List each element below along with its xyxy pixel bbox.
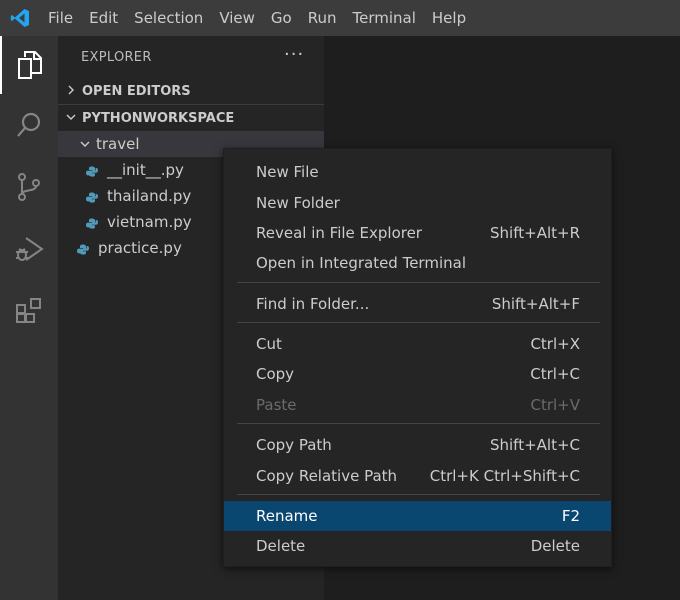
menu-item-shortcut: Shift+Alt+F <box>491 295 580 313</box>
menu-separator <box>237 282 600 283</box>
python-file-icon <box>77 242 89 255</box>
tree-file-label: thailand.py <box>107 187 192 205</box>
python-file-icon <box>86 216 98 229</box>
menu-item-shortcut: Shift+Alt+C <box>489 436 580 454</box>
menu-separator <box>237 494 600 495</box>
source-control-icon[interactable] <box>0 158 58 216</box>
chevron-down-icon <box>74 139 96 149</box>
menu-item-copy-relative-path[interactable]: Copy Relative Path Ctrl+K Ctrl+Shift+C <box>224 461 611 491</box>
more-actions-icon[interactable]: ··· <box>284 44 304 65</box>
menu-view[interactable]: View <box>211 0 263 36</box>
search-icon[interactable] <box>0 96 58 154</box>
section-workspace[interactable]: PYTHONWORKSPACE <box>58 104 324 131</box>
menu-item-shortcut: F2 <box>561 507 580 525</box>
menu-item-reveal-in-explorer[interactable]: Reveal in File Explorer Shift+Alt+R <box>224 218 611 248</box>
tree-folder-label: travel <box>96 135 140 153</box>
vscode-logo-icon <box>0 0 40 36</box>
menu-item-shortcut: Ctrl+K Ctrl+Shift+C <box>429 467 580 485</box>
menu-go[interactable]: Go <box>263 0 300 36</box>
menu-item-label: Delete <box>256 537 306 555</box>
tree-file-label: vietnam.py <box>107 213 192 231</box>
run-debug-icon[interactable] <box>0 220 58 278</box>
menu-item-label: Cut <box>256 335 282 353</box>
menu-help[interactable]: Help <box>424 0 474 36</box>
menu-item-label: Open in Integrated Terminal <box>256 254 466 272</box>
menu-separator <box>237 423 600 424</box>
tree-file-label: practice.py <box>98 239 182 257</box>
menu-item-label: New Folder <box>256 194 340 212</box>
section-open-editors-label: OPEN EDITORS <box>82 83 191 99</box>
chevron-right-icon <box>60 85 82 98</box>
python-file-icon <box>86 190 98 203</box>
tree-file-label: __init__.py <box>107 161 184 179</box>
menu-item-shortcut: Shift+Alt+R <box>490 224 580 242</box>
menu-item-shortcut: Ctrl+C <box>530 365 580 383</box>
menu-item-paste: Paste Ctrl+V <box>224 390 611 420</box>
section-open-editors[interactable]: OPEN EDITORS <box>58 78 324 104</box>
python-file-icon <box>86 164 98 177</box>
menu-separator <box>237 322 600 323</box>
menu-terminal[interactable]: Terminal <box>345 0 424 36</box>
menu-item-label: Rename <box>256 507 318 525</box>
context-menu: New File New Folder Reveal in File Explo… <box>223 148 612 567</box>
files-icon[interactable] <box>0 36 58 94</box>
menu-item-rename[interactable]: Rename F2 <box>224 501 611 531</box>
menu-file[interactable]: File <box>40 0 81 36</box>
menu-item-label: Copy Path <box>256 436 332 454</box>
explorer-title: EXPLORER <box>81 50 152 65</box>
menu-item-open-in-terminal[interactable]: Open in Integrated Terminal <box>224 248 611 278</box>
menu-item-cut[interactable]: Cut Ctrl+X <box>224 329 611 359</box>
menu-item-label: Copy <box>256 365 295 383</box>
menu-edit[interactable]: Edit <box>81 0 126 36</box>
menu-item-shortcut: Ctrl+X <box>530 335 580 353</box>
extensions-icon[interactable] <box>0 282 58 340</box>
menu-item-label: Paste <box>256 396 297 414</box>
menu-item-label: Copy Relative Path <box>256 467 398 485</box>
menu-item-copy-path[interactable]: Copy Path Shift+Alt+C <box>224 430 611 460</box>
menu-item-label: New File <box>256 163 319 181</box>
menu-item-shortcut: Ctrl+V <box>530 396 580 414</box>
activity-bar <box>0 36 58 600</box>
menu-item-new-folder[interactable]: New Folder <box>224 188 611 218</box>
menu-item-find-in-folder[interactable]: Find in Folder... Shift+Alt+F <box>224 289 611 319</box>
menu-selection[interactable]: Selection <box>126 0 211 36</box>
menu-item-shortcut: Delete <box>530 537 580 555</box>
menu-run[interactable]: Run <box>300 0 345 36</box>
section-workspace-label: PYTHONWORKSPACE <box>82 110 235 126</box>
menu-item-new-file[interactable]: New File <box>224 157 611 187</box>
menu-item-label: Find in Folder... <box>256 295 370 313</box>
chevron-down-icon <box>60 112 82 125</box>
menu-item-copy[interactable]: Copy Ctrl+C <box>224 359 611 389</box>
menu-bar: File Edit Selection View Go Run Terminal… <box>0 0 680 36</box>
menu-item-label: Reveal in File Explorer <box>256 224 422 242</box>
menu-item-delete[interactable]: Delete Delete <box>224 531 611 561</box>
